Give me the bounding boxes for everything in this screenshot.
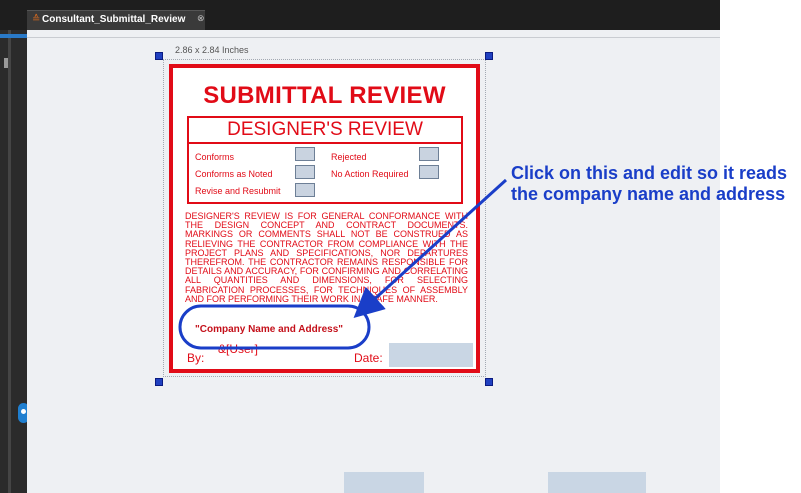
designer-review-box: DESIGNER'S REVIEW Conforms Rejected Conf… xyxy=(187,116,463,204)
handle-dot-icon xyxy=(21,409,26,414)
user-field[interactable]: &[User] xyxy=(218,342,258,356)
date-label: Date: xyxy=(354,351,383,365)
submittal-stamp[interactable]: SUBMITTAL REVIEW DESIGNER'S REVIEW Confo… xyxy=(169,64,480,373)
canvas-ruler-line xyxy=(27,37,720,38)
resize-handle-bottom-left[interactable] xyxy=(155,378,163,386)
panel-accent-bar xyxy=(0,34,27,38)
close-icon[interactable]: ⊗ xyxy=(197,13,205,24)
resize-handle-top-left[interactable] xyxy=(155,52,163,60)
checkbox-revise-and-resubmit[interactable] xyxy=(295,183,315,197)
document-tab-bar: ≙ Consultant_Submittal_Review ⊗ xyxy=(0,0,720,31)
stamp-title: SUBMITTAL REVIEW xyxy=(203,82,446,109)
option-label-no-action-required: No Action Required xyxy=(331,169,409,179)
instruction-callout: Click on this and edit so it reads the c… xyxy=(511,163,788,204)
panel-divider[interactable] xyxy=(8,30,11,493)
checkbox-rejected[interactable] xyxy=(419,147,439,161)
field-placeholder[interactable] xyxy=(548,472,646,493)
selection-size-label: 2.86 x 2.84 Inches xyxy=(175,45,249,55)
designer-review-title: DESIGNER'S REVIEW xyxy=(227,119,423,140)
checkbox-conforms[interactable] xyxy=(295,147,315,161)
section-divider xyxy=(189,142,461,144)
tab-consultant-submittal-review[interactable]: ≙ Consultant_Submittal_Review ⊗ xyxy=(27,10,205,31)
resize-handle-bottom-right[interactable] xyxy=(485,378,493,386)
date-input-field[interactable] xyxy=(389,343,473,367)
by-label: By: xyxy=(187,351,205,365)
grip-icon[interactable] xyxy=(4,58,8,68)
checkbox-no-action-required[interactable] xyxy=(419,165,439,179)
company-name-address-field[interactable]: "Company Name and Address" xyxy=(195,324,343,335)
tab-title: Consultant_Submittal_Review xyxy=(42,14,186,25)
option-label-revise-and-resubmit: Revise and Resubmit xyxy=(195,186,281,196)
option-label-conforms: Conforms xyxy=(195,152,235,162)
checkbox-conforms-as-noted[interactable] xyxy=(295,165,315,179)
stamp-icon: ≙ xyxy=(32,14,41,25)
option-label-rejected: Rejected xyxy=(331,152,367,162)
option-label-conforms-as-noted: Conforms as Noted xyxy=(195,169,273,179)
resize-handle-top-right[interactable] xyxy=(485,52,493,60)
review-disclaimer-text: DESIGNER'S REVIEW IS FOR GENERAL CONFORM… xyxy=(185,211,468,304)
left-panel-rail xyxy=(0,30,27,493)
field-placeholder[interactable] xyxy=(344,472,424,493)
